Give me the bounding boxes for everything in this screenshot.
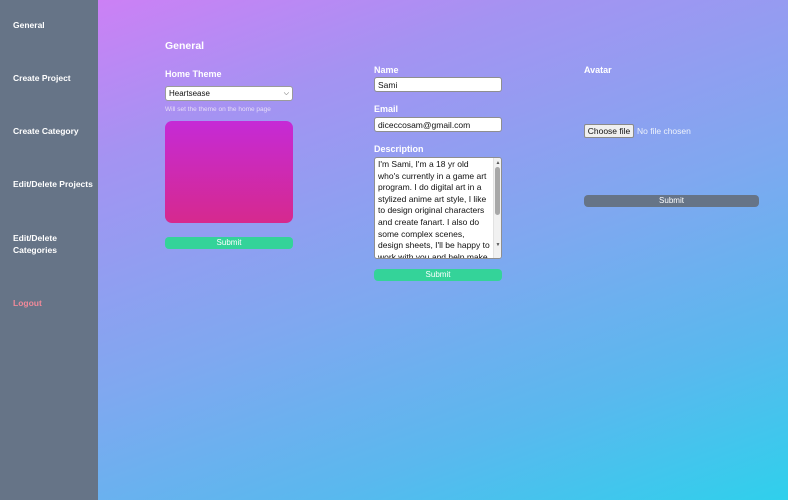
sidebar-item-edit-delete-categories[interactable]: Edit/Delete Categories bbox=[13, 232, 83, 256]
theme-preview bbox=[165, 121, 293, 223]
description-textarea[interactable]: I'm Sami, I'm a 18 yr old who's currentl… bbox=[374, 157, 502, 259]
theme-hint: Will set the theme on the home page bbox=[165, 106, 271, 113]
description-label: Description bbox=[374, 144, 424, 154]
sidebar-item-create-project[interactable]: Create Project bbox=[13, 72, 97, 84]
name-field[interactable]: Sami bbox=[374, 77, 502, 92]
choose-file-button[interactable]: Choose file bbox=[584, 124, 634, 138]
theme-select-value: Heartsease bbox=[169, 89, 210, 98]
scroll-down-icon[interactable]: ▼ bbox=[495, 240, 501, 252]
description-text: I'm Sami, I'm a 18 yr old who's currentl… bbox=[378, 159, 490, 259]
file-status: No file chosen bbox=[637, 126, 691, 136]
sidebar-item-general[interactable]: General bbox=[13, 19, 97, 31]
home-theme-label: Home Theme bbox=[165, 69, 222, 79]
email-field[interactable]: diceccosam@gmail.com bbox=[374, 117, 502, 132]
description-scrollbar[interactable]: ▲ ▼ bbox=[493, 158, 501, 258]
chevron-down-icon: ⌵ bbox=[283, 90, 289, 97]
avatar-label: Avatar bbox=[584, 65, 612, 75]
scroll-thumb[interactable] bbox=[495, 167, 500, 215]
name-label: Name bbox=[374, 65, 399, 75]
sidebar-item-create-category[interactable]: Create Category bbox=[13, 125, 97, 137]
profile-submit-button[interactable]: Submit bbox=[374, 269, 502, 281]
email-label: Email bbox=[374, 104, 399, 114]
sidebar: General Create Project Create Category E… bbox=[0, 0, 98, 500]
sidebar-item-edit-delete-projects[interactable]: Edit/Delete Projects bbox=[13, 178, 97, 190]
page-title: General bbox=[165, 40, 205, 52]
sidebar-item-logout[interactable]: Logout bbox=[13, 297, 97, 309]
theme-submit-button[interactable]: Submit bbox=[165, 237, 293, 249]
theme-select[interactable]: Heartsease ⌵ bbox=[165, 86, 293, 101]
avatar-submit-button[interactable]: Submit bbox=[584, 195, 759, 207]
